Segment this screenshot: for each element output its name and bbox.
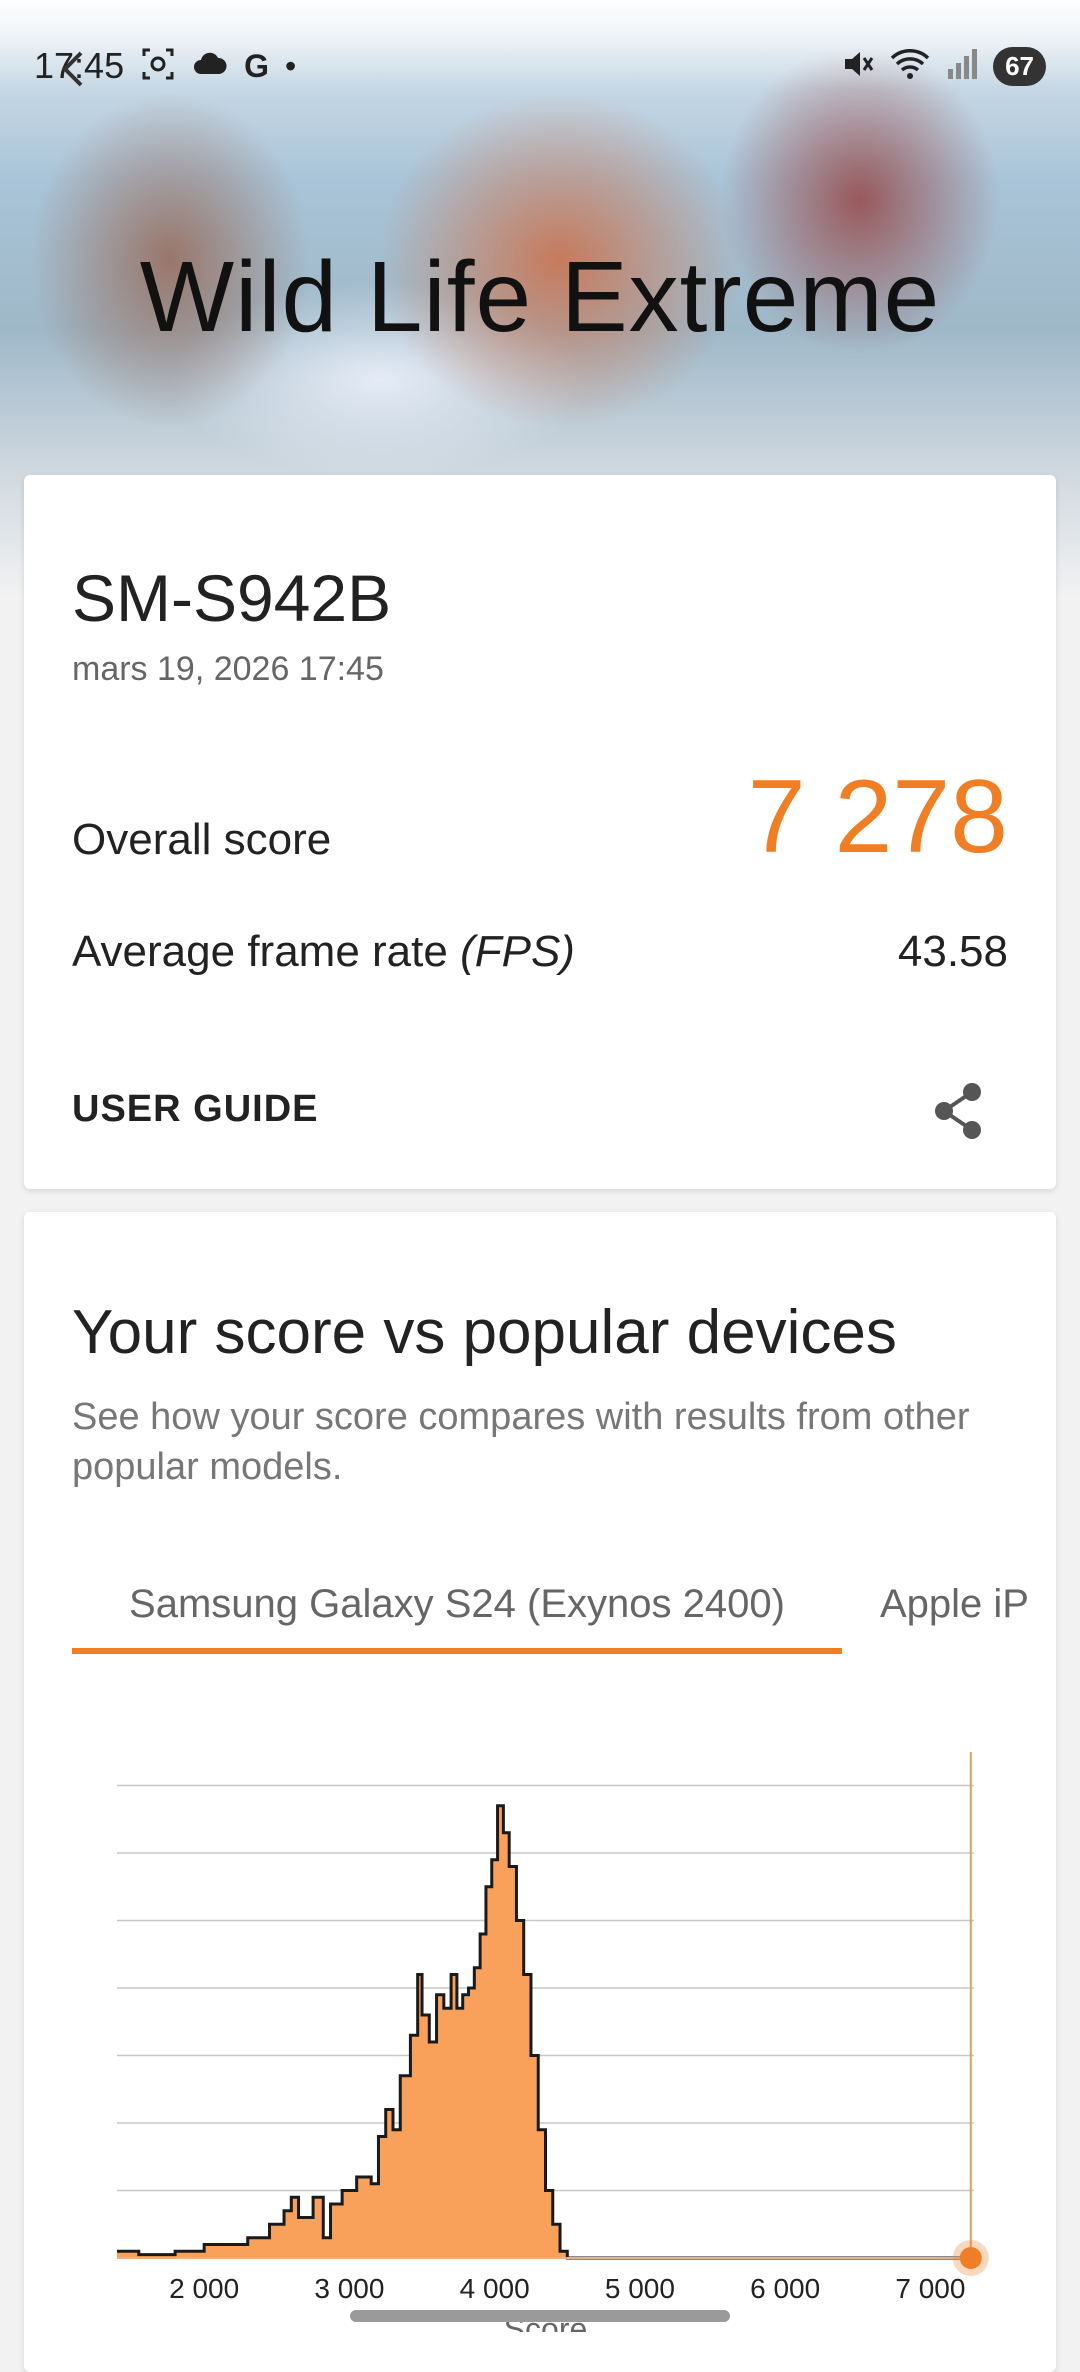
- x-tick-label: 5 000: [605, 2273, 675, 2304]
- x-tick-label: 3 000: [314, 2273, 384, 2304]
- tab-samsung-galaxy-s24[interactable]: Samsung Galaxy S24 (Exynos 2400): [72, 1564, 842, 1654]
- user-guide-button[interactable]: USER GUIDE: [72, 1088, 318, 1131]
- fps-row: Average frame rate (FPS) 43.58: [72, 927, 1008, 987]
- score-distribution-chart: 2 0003 0004 0005 0006 0007 000Score: [117, 1752, 989, 2332]
- device-name: SM-S942B: [72, 561, 392, 635]
- guide-row: USER GUIDE: [72, 1080, 1008, 1140]
- fps-value: 43.58: [897, 927, 1008, 976]
- compare-title: Your score vs popular devices: [72, 1298, 897, 1367]
- compare-description: See how your score compares with results…: [72, 1396, 970, 1488]
- cloud-icon: [192, 50, 228, 83]
- mute-icon: [841, 47, 875, 86]
- overall-score-label: Overall score: [72, 815, 332, 864]
- fps-label: Average frame rate (FPS): [72, 927, 575, 977]
- device-tabs: Samsung Galaxy S24 (Exynos 2400) Apple i…: [72, 1564, 1056, 1654]
- x-tick-label: 4 000: [460, 2273, 530, 2304]
- result-date: mars 19, 2026 17:45: [72, 650, 384, 688]
- x-tick-label: 2 000: [169, 2273, 239, 2304]
- dot-icon: •: [284, 48, 297, 84]
- your-score-marker: [959, 2247, 982, 2269]
- benchmark-title: Wild Life Extreme: [139, 241, 941, 353]
- battery-indicator: 67: [993, 46, 1046, 86]
- share-icon[interactable]: [928, 1080, 988, 1142]
- overall-score-value: 7 278: [747, 759, 1008, 875]
- home-indicator[interactable]: [350, 2310, 730, 2322]
- result-card: SM-S942B mars 19, 2026 17:45 Overall sco…: [24, 475, 1056, 1189]
- compare-card: Your score vs popular devices See how yo…: [24, 1212, 1056, 2372]
- x-tick-label: 6 000: [750, 2273, 820, 2304]
- screenshot-icon: [140, 46, 176, 87]
- overall-score-row: Overall score 7 278: [72, 765, 1008, 875]
- back-arrow-icon: [62, 51, 83, 87]
- status-right: 67: [841, 46, 1046, 86]
- x-tick-label: 7 000: [895, 2273, 965, 2304]
- google-icon: G: [244, 48, 269, 84]
- tab-apple[interactable]: Apple iP: [880, 1564, 1029, 1654]
- fps-unit: (FPS): [460, 927, 575, 976]
- signal-icon: [945, 47, 979, 86]
- wifi-icon: [889, 47, 931, 86]
- fps-label-text: Average frame rate: [72, 927, 448, 976]
- back-button[interactable]: [40, 40, 110, 110]
- status-bar: 17:45 G • 67: [0, 38, 1080, 94]
